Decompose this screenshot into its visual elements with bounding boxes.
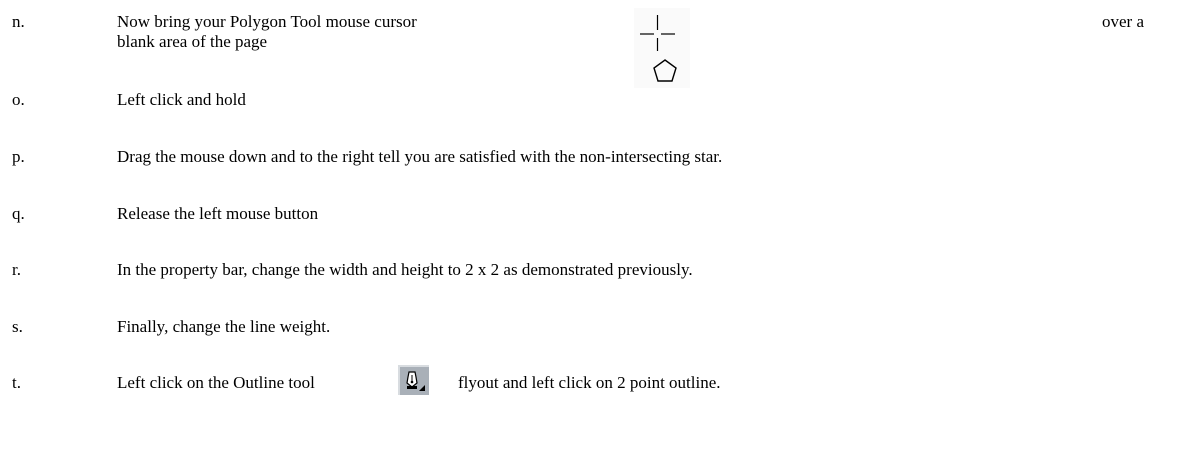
step-marker: p. [12,147,25,166]
step-text: Release the left mouse button [117,204,319,223]
outline-pen-tool-icon [398,365,429,395]
step-text: Now bring your Polygon Tool mouse cursor [117,12,417,31]
step-text: Left click and hold [117,90,246,109]
step-text-continued: blank area of the page [117,32,268,51]
step-text: Drag the mouse down and to the right tel… [117,147,723,166]
step-marker: s. [12,317,23,336]
step-marker: o. [12,90,25,109]
polygon-tool-cursor-icon [634,8,690,88]
step-text: Left click on the Outline tool [117,373,315,392]
step-text: In the property bar, change the width an… [117,260,693,279]
step-marker: n. [12,12,25,31]
step-marker: r. [12,260,21,279]
step-text-trailing: over a [1102,12,1145,31]
step-text: Finally, change the line weight. [117,317,331,336]
step-marker: t. [12,373,21,392]
step-marker: q. [12,204,25,223]
step-text-continued: flyout and left click on 2 point outline… [458,373,721,392]
